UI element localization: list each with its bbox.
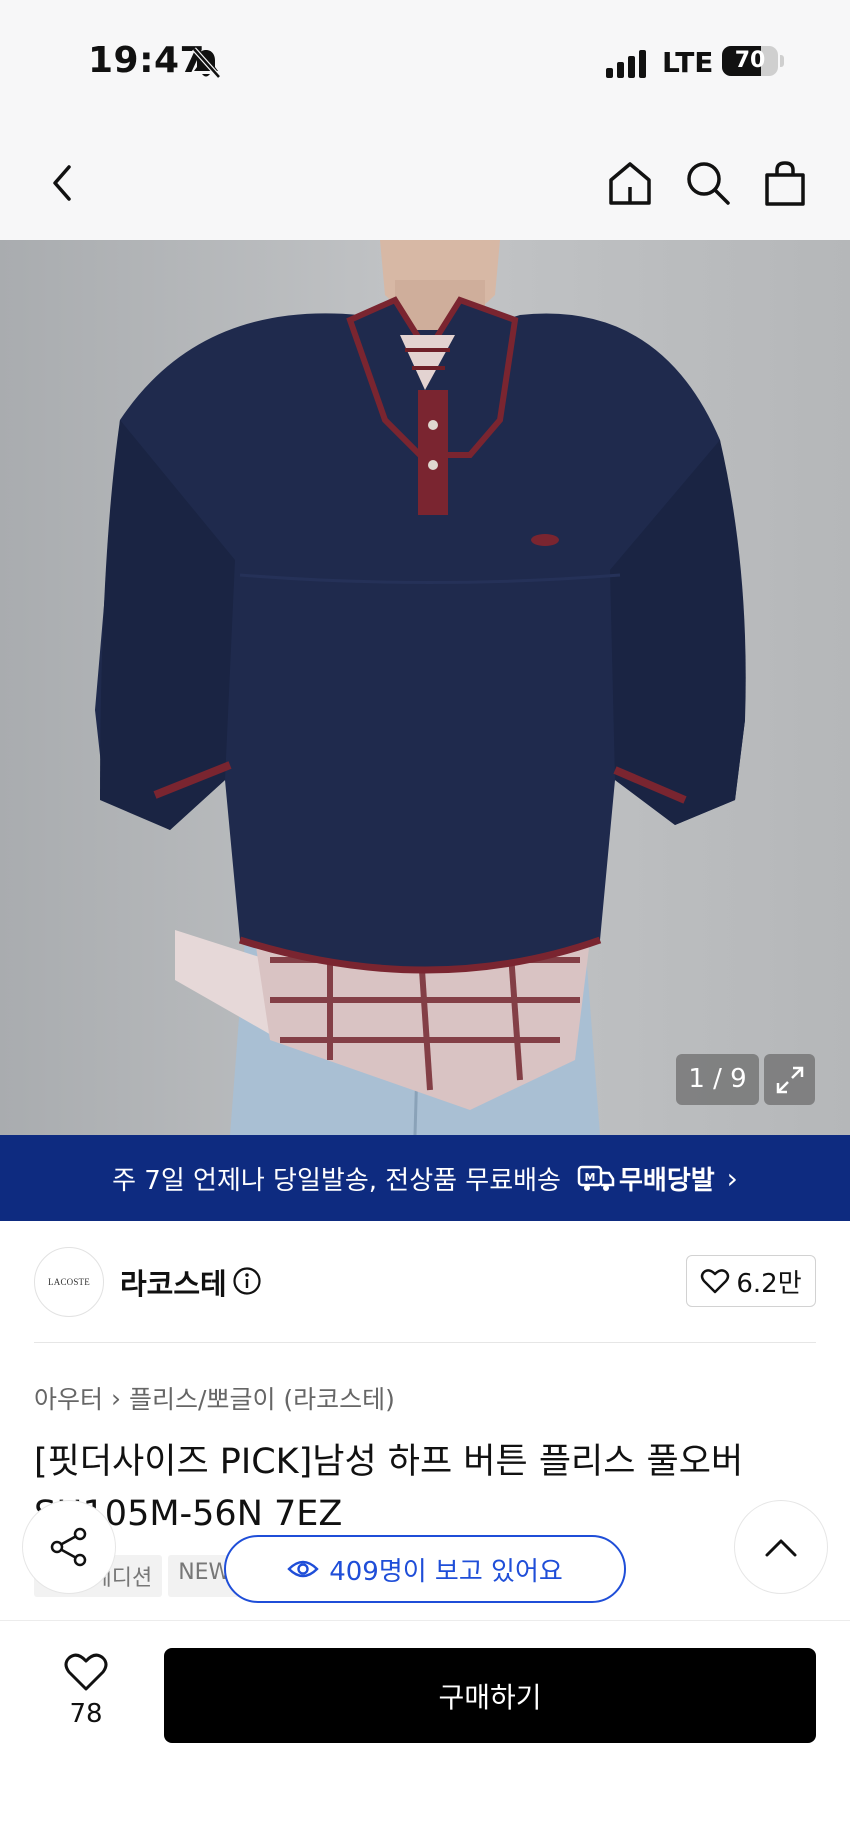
brand-name[interactable]: 라코스테 bbox=[120, 1261, 227, 1303]
status-time: 19:47 bbox=[88, 40, 206, 81]
info-icon[interactable] bbox=[232, 1266, 262, 1296]
battery-tip bbox=[780, 55, 784, 67]
top-nav bbox=[0, 125, 850, 240]
chevron-right-icon: › bbox=[111, 1383, 122, 1413]
eye-icon bbox=[287, 1560, 319, 1578]
shopping-bag-icon bbox=[765, 161, 805, 206]
viewers-text: 409명이 보고 있어요 bbox=[329, 1556, 563, 1587]
heart-icon bbox=[701, 1269, 730, 1294]
signal-icon bbox=[606, 50, 646, 78]
expand-icon bbox=[776, 1066, 803, 1093]
brand-like-button[interactable]: 6.2만 bbox=[686, 1255, 816, 1307]
breadcrumb: 아우터 › 플리스/뽀글이 (라코스테) bbox=[34, 1380, 395, 1416]
brand-like-count: 6.2만 bbox=[736, 1268, 802, 1299]
cart-button[interactable] bbox=[757, 155, 813, 211]
banner-logo: M 무배당발 bbox=[577, 1160, 715, 1197]
brand-row[interactable]: LACOSTE 라코스테 6.2만 bbox=[0, 1221, 850, 1343]
buy-button[interactable]: 구매하기 bbox=[164, 1648, 816, 1743]
scroll-to-top-button[interactable] bbox=[734, 1500, 828, 1594]
heart-icon bbox=[64, 1653, 108, 1691]
brand-logo[interactable]: LACOSTE bbox=[34, 1247, 104, 1317]
product-image[interactable] bbox=[0, 240, 850, 1135]
product-title: [핏더사이즈 PICK]남성 하프 버튼 플리스 풀오버 SH105M-56N … bbox=[34, 1442, 744, 1534]
chevron-right-icon: › bbox=[726, 1161, 738, 1195]
like-button[interactable]: 78 bbox=[50, 1651, 122, 1751]
viewers-indicator: 409명이 보고 있어요 bbox=[224, 1535, 626, 1603]
delivery-banner[interactable]: 주 7일 언제나 당일발송, 전상품 무료배송 M 무배당발 › bbox=[0, 1135, 850, 1221]
battery-indicator: 70 bbox=[722, 46, 778, 76]
product-photo bbox=[0, 240, 850, 1135]
expand-button[interactable] bbox=[764, 1054, 815, 1105]
battery-percent: 70 bbox=[734, 48, 766, 73]
bottom-action-bar: 78 구매하기 bbox=[0, 1620, 850, 1842]
svg-text:M: M bbox=[585, 1171, 596, 1184]
brand-logo-text: LACOSTE bbox=[48, 1277, 90, 1287]
bell-off-icon bbox=[192, 47, 221, 79]
status-bar: 19:47 LTE 70 bbox=[0, 0, 850, 125]
image-counter: 1 / 9 bbox=[676, 1054, 759, 1105]
share-icon bbox=[50, 1527, 87, 1567]
search-icon bbox=[687, 162, 730, 205]
divider bbox=[34, 1342, 816, 1343]
delivery-truck-icon: M bbox=[577, 1165, 615, 1191]
home-button[interactable] bbox=[602, 155, 658, 211]
banner-logo-text: 무배당발 bbox=[618, 1165, 715, 1196]
network-label: LTE bbox=[662, 46, 714, 79]
chevron-left-icon bbox=[53, 165, 71, 201]
breadcrumb-category[interactable]: 아우터 bbox=[34, 1380, 103, 1416]
search-button[interactable] bbox=[680, 155, 736, 211]
share-button[interactable] bbox=[22, 1500, 116, 1594]
like-count: 78 bbox=[69, 1699, 103, 1729]
breadcrumb-subcategory[interactable]: 플리스/뽀글이 (라코스테) bbox=[129, 1380, 395, 1416]
chevron-up-icon bbox=[765, 1539, 797, 1557]
banner-text: 주 7일 언제나 당일발송, 전상품 무료배송 bbox=[112, 1165, 561, 1196]
back-button[interactable] bbox=[34, 155, 90, 211]
home-icon bbox=[609, 162, 651, 205]
